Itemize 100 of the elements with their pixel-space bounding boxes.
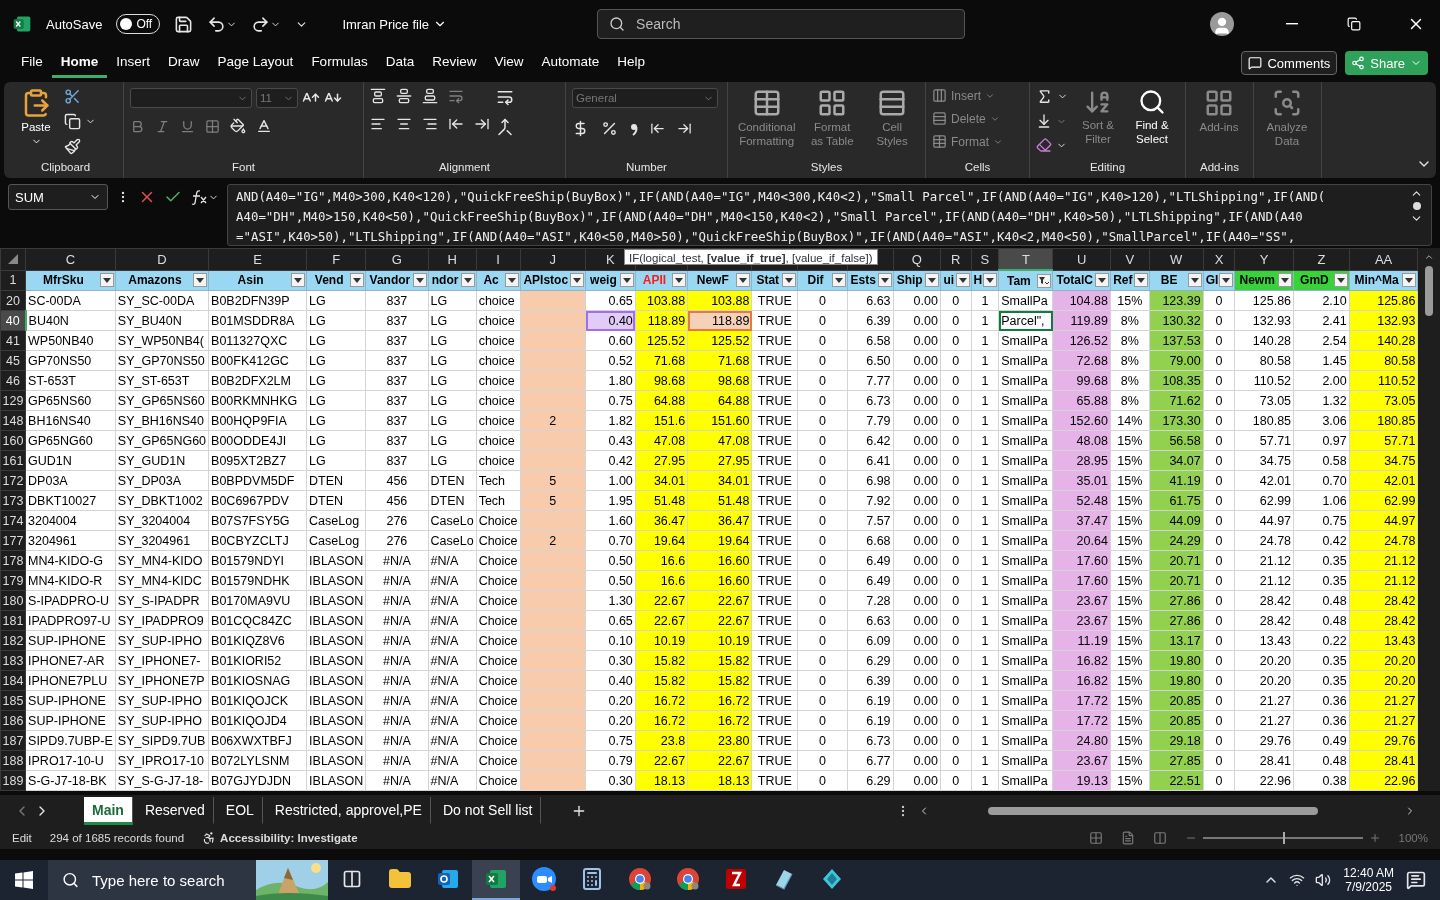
- filter-button[interactable]: [504, 273, 519, 288]
- filter-button[interactable]: [1094, 273, 1109, 288]
- row-number[interactable]: 161: [0, 450, 26, 471]
- row-number[interactable]: 183: [0, 650, 26, 671]
- underline-icon[interactable]: [180, 118, 195, 134]
- column-header[interactable]: AA: [1349, 248, 1418, 270]
- filter-button[interactable]: [782, 273, 797, 288]
- column-header[interactable]: X: [1203, 248, 1235, 270]
- column-header[interactable]: W: [1149, 248, 1204, 270]
- row-number[interactable]: 189: [0, 770, 26, 791]
- column-header[interactable]: Q: [893, 248, 941, 270]
- filter-button[interactable]: [955, 273, 970, 288]
- borders-icon[interactable]: [205, 118, 220, 134]
- filter-button[interactable]: [412, 273, 427, 288]
- filter-button[interactable]: [672, 273, 687, 288]
- filter-button[interactable]: [983, 273, 998, 288]
- align-top-icon[interactable]: [370, 88, 386, 104]
- align-center-icon[interactable]: [396, 116, 412, 132]
- row-number[interactable]: 180: [0, 590, 26, 611]
- increase-decimal-icon[interactable]: [650, 121, 665, 136]
- row-number[interactable]: 185: [0, 690, 26, 711]
- fill-down-icon[interactable]: [1036, 113, 1052, 129]
- increase-indent-icon[interactable]: [474, 116, 490, 132]
- row-number[interactable]: 186: [0, 710, 26, 731]
- redo-icon[interactable]: [251, 14, 282, 34]
- align-right-icon[interactable]: [422, 116, 438, 132]
- ribbon-tab[interactable]: View: [485, 48, 533, 78]
- normal-view-icon[interactable]: [1088, 831, 1103, 845]
- column-header[interactable]: G: [365, 248, 429, 270]
- volume-icon[interactable]: [1315, 872, 1332, 888]
- comma-icon[interactable]: [630, 121, 638, 136]
- filter-button[interactable]: [924, 273, 939, 288]
- page-break-icon[interactable]: [1152, 831, 1167, 845]
- filter-button[interactable]: [1187, 273, 1202, 288]
- filter-button[interactable]: [193, 273, 208, 288]
- column-header[interactable]: U: [1052, 248, 1111, 270]
- row-number[interactable]: 45: [0, 350, 26, 371]
- column-header[interactable]: T: [998, 248, 1053, 270]
- ribbon-tab[interactable]: Data: [376, 48, 424, 78]
- column-header[interactable]: R: [940, 248, 972, 270]
- decrease-decimal-icon[interactable]: [677, 121, 692, 136]
- row-number[interactable]: 182: [0, 630, 26, 651]
- column-header[interactable]: F: [306, 248, 366, 270]
- sheet-tab[interactable]: Main: [84, 797, 133, 825]
- page-layout-icon[interactable]: [1120, 831, 1135, 845]
- comments-button[interactable]: Comments: [1241, 51, 1338, 75]
- row-number[interactable]: 46: [0, 370, 26, 391]
- save-icon[interactable]: [174, 14, 194, 34]
- row-number[interactable]: 174: [0, 510, 26, 531]
- filter-button[interactable]: [877, 273, 892, 288]
- name-box[interactable]: SUM: [8, 184, 108, 210]
- editing-button[interactable]: Find & Select: [1128, 88, 1176, 147]
- network-icon[interactable]: [1289, 872, 1306, 888]
- ribbon-tab[interactable]: Insert: [107, 48, 160, 78]
- accessibility-status[interactable]: Accessibility: Investigate: [220, 832, 358, 844]
- merge-icon[interactable]: [496, 118, 514, 136]
- filter-button[interactable]: [99, 273, 114, 288]
- align-left-icon[interactable]: [370, 116, 386, 132]
- ribbon-tab[interactable]: File: [12, 48, 52, 78]
- font-name-field[interactable]: [130, 88, 252, 108]
- filter-button[interactable]: [1133, 273, 1148, 288]
- formula-field[interactable]: AND(A40="IG",M40>300,K40<120),"QuickFreeShip(BuyBox)",IF(AND(A40="IG",M40<300,K40<2),"Small Parcel",IF(AND(A40="IG",K40>120),"LTLShipping",IF(AND( A40="DH",M40>150,K40<50),"QuickFreeShip(BuyBox)",IF(AND(A40="DH",M40<150,K40<2),"Small Parcel",IF(AND(A40="DH",K40>50),"LTLShipping",IF(AND(A40 ="ASI",K40>50),"LTLShipping",IF(AND(A40="ASI",K40<50,M40>50),"QuickFreeShip(BuyBox)",IF(AND(A40="ASI",K40<2,M40<50),"SmallParcel",IF(A40="SS",: [227, 184, 1432, 246]
- column-header[interactable]: C: [25, 248, 116, 270]
- row-number[interactable]: 178: [0, 550, 26, 571]
- ribbon-tab[interactable]: Draw: [159, 48, 209, 78]
- copy-icon[interactable]: [64, 113, 81, 130]
- filter-button[interactable]: [831, 273, 846, 288]
- sheet-tab[interactable]: Restricted, approvel,PE: [266, 797, 431, 825]
- row-number[interactable]: 188: [0, 750, 26, 771]
- sheet-tab[interactable]: Reserved: [136, 797, 214, 825]
- search-field[interactable]: Search: [597, 9, 966, 39]
- wrap-text-icon[interactable]: [496, 88, 514, 106]
- orientation-icon[interactable]: [448, 88, 464, 104]
- row-number[interactable]: 181: [0, 610, 26, 631]
- row-number[interactable]: 187: [0, 730, 26, 751]
- ribbon-tab[interactable]: Home: [51, 48, 108, 78]
- row-number[interactable]: 172: [0, 470, 26, 491]
- filter-applied-button[interactable]: [1037, 273, 1052, 288]
- ribbon-tab[interactable]: Formulas: [302, 48, 377, 78]
- scroll-thumb[interactable]: [1425, 266, 1434, 316]
- row-number[interactable]: 184: [0, 670, 26, 691]
- sheet-tab[interactable]: EOL: [217, 797, 263, 825]
- format-painter-icon[interactable]: [64, 138, 81, 155]
- ribbon-tab[interactable]: Page Layout: [208, 48, 303, 78]
- row-number[interactable]: 148: [0, 410, 26, 431]
- sheet-tab[interactable]: Do not Sell list: [434, 797, 542, 825]
- ribbon-tab[interactable]: Help: [608, 48, 655, 78]
- font-size-field[interactable]: 11: [256, 88, 298, 108]
- paste-button[interactable]: Paste: [14, 88, 58, 148]
- filter-button[interactable]: [460, 273, 475, 288]
- filter-button[interactable]: [619, 273, 634, 288]
- row-number[interactable]: 177: [0, 530, 26, 551]
- number-format-field[interactable]: General: [572, 88, 718, 108]
- row-number[interactable]: 20: [0, 290, 26, 311]
- row-number[interactable]: 129: [0, 390, 26, 411]
- column-header[interactable]: Y: [1234, 248, 1294, 270]
- column-header[interactable]: J: [520, 248, 586, 270]
- row-number[interactable]: 40: [0, 310, 26, 331]
- decrease-indent-icon[interactable]: [448, 116, 464, 132]
- cut-icon[interactable]: [64, 88, 81, 105]
